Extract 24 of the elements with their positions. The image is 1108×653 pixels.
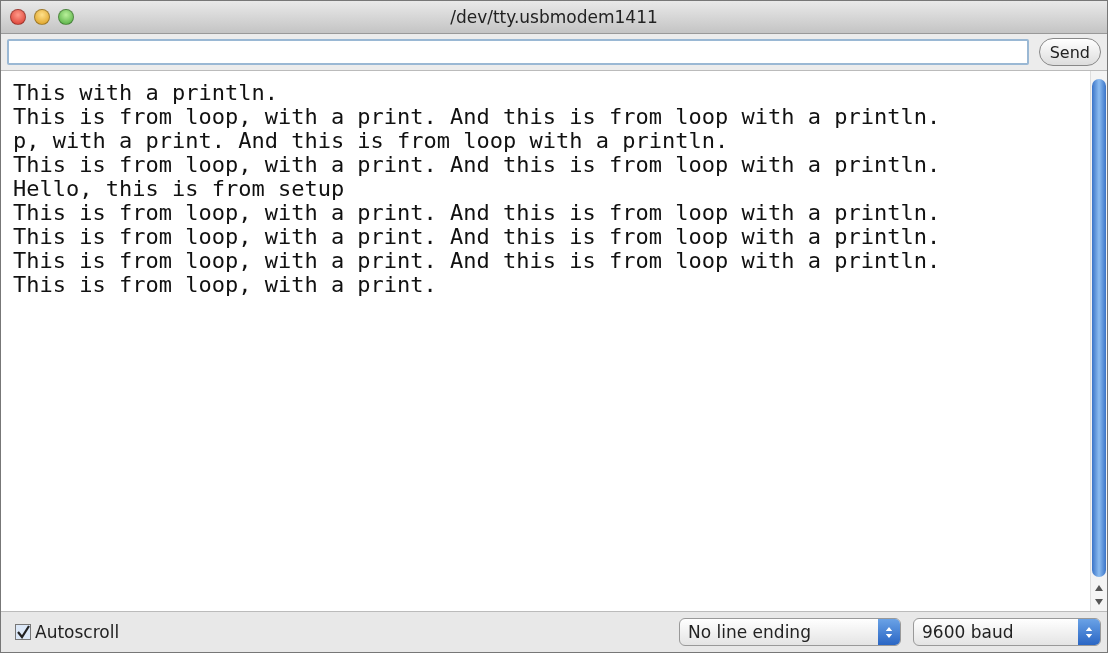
output-line: Hello, this is from setup	[13, 177, 346, 201]
output-line: This is from loop, with a print. And this is from loop with a println.	[13, 249, 942, 273]
output-line: This is from loop, with a print. And this is from loop with a println.	[13, 105, 942, 129]
output-line: This is from loop, with a print. And this is from loop with a println.	[13, 201, 942, 225]
line-ending-dropdown[interactable]: No line ending	[679, 618, 901, 646]
close-button[interactable]	[10, 9, 26, 25]
output-line: p, with a print. And this is from loop with a println.	[13, 129, 730, 153]
baud-rate-dropdown[interactable]: 9600 baud	[913, 618, 1101, 646]
autoscroll-label: Autoscroll	[35, 622, 120, 642]
autoscroll-checkbox[interactable]	[15, 624, 31, 640]
zoom-button[interactable]	[58, 9, 74, 25]
input-field[interactable]	[7, 39, 1029, 65]
window-title: /dev/tty.usbmodem1411	[450, 7, 658, 27]
output-line: This with a println.	[13, 81, 279, 105]
scroll-down-arrow-icon[interactable]	[1094, 597, 1104, 607]
output-line: This is from loop, with a print. And this is from loop with a println.	[13, 225, 942, 249]
up-down-arrows-icon	[885, 625, 893, 639]
scroll-up-arrow-icon[interactable]	[1094, 583, 1104, 593]
minimize-button[interactable]	[34, 9, 50, 25]
output-line: This is from loop, with a print.	[13, 273, 438, 297]
scrollbar[interactable]	[1090, 71, 1107, 611]
up-down-arrows-icon	[1085, 625, 1093, 639]
send-button[interactable]: Send	[1038, 38, 1101, 66]
output-line: This is from loop, with a print. And this is from loop with a println.	[13, 153, 942, 177]
